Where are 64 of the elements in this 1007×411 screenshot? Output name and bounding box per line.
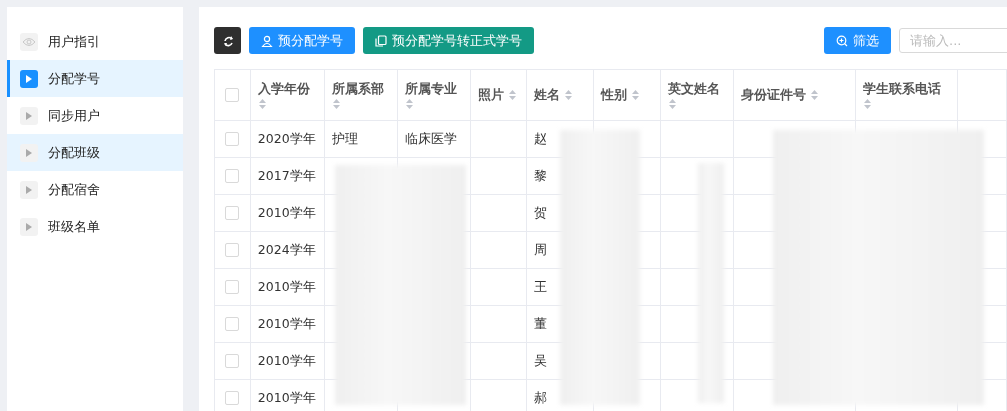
table-cell: 赵 xyxy=(533,130,547,146)
table-cell: 郝 xyxy=(533,389,547,405)
column-header[interactable]: 所属专业 xyxy=(397,69,471,121)
sort-icon[interactable] xyxy=(862,97,872,110)
table-cell: 2017学年 xyxy=(257,167,316,183)
table-cell: 护理 xyxy=(332,130,359,146)
row-checkbox[interactable] xyxy=(225,206,240,220)
table-cell: 临床医学 xyxy=(405,130,458,146)
table-cell: 董 xyxy=(533,315,547,331)
column-header[interactable]: 照片 xyxy=(470,69,527,121)
row-checkbox[interactable] xyxy=(225,280,240,294)
column-header[interactable]: 学生联系电话 xyxy=(855,69,958,121)
sidebar-item[interactable]: 分配学号 xyxy=(7,60,183,97)
play-icon xyxy=(20,180,38,199)
table-cell: 吴 xyxy=(533,352,547,368)
sort-icon[interactable] xyxy=(809,89,819,101)
eye-icon xyxy=(20,32,38,51)
row-checkbox[interactable] xyxy=(225,391,240,405)
table-cell: 2010学年 xyxy=(257,278,316,294)
row-checkbox[interactable] xyxy=(225,317,240,331)
play-icon xyxy=(20,69,38,88)
sort-icon[interactable] xyxy=(667,97,677,110)
table-cell: 2010学年 xyxy=(257,389,316,405)
column-header[interactable]: 身份证件号 xyxy=(733,69,856,121)
sort-icon[interactable] xyxy=(405,97,415,110)
refresh-icon xyxy=(221,34,234,47)
refresh-button[interactable] xyxy=(214,27,241,54)
row-checkbox[interactable] xyxy=(225,243,240,257)
sort-icon[interactable] xyxy=(508,89,518,101)
sort-icon[interactable] xyxy=(332,97,342,110)
play-icon xyxy=(20,143,38,162)
column-header[interactable]: 姓名 xyxy=(526,69,594,121)
play-icon xyxy=(20,106,38,125)
table-cell: 2010学年 xyxy=(257,315,316,331)
zoom-in-icon xyxy=(836,34,848,47)
row-checkbox[interactable] xyxy=(225,354,240,368)
column-header[interactable]: 性别 xyxy=(593,69,661,121)
table-cell: 黎 xyxy=(533,167,547,183)
sort-icon[interactable] xyxy=(257,97,267,110)
table-cell: 王 xyxy=(533,278,547,294)
table-cell: 周 xyxy=(533,241,547,257)
table-cell: 2020学年 xyxy=(257,130,316,146)
sort-icon[interactable] xyxy=(630,89,640,101)
column-header[interactable]: 所属系部 xyxy=(324,69,398,121)
table-cell: 2010学年 xyxy=(257,204,316,220)
column-header[interactable]: 入学年份 xyxy=(250,69,325,121)
row-checkbox[interactable] xyxy=(225,132,240,146)
table-cell: 2010学年 xyxy=(257,352,316,368)
sort-icon[interactable] xyxy=(563,89,573,101)
user-icon xyxy=(261,34,273,47)
sidebar-item[interactable]: 分配宿舍 xyxy=(7,171,183,208)
column-header[interactable]: 英文姓名 xyxy=(660,69,734,121)
copy-icon xyxy=(375,34,387,47)
sidebar-item[interactable]: 班级名单 xyxy=(7,208,183,245)
table-cell: 贺 xyxy=(533,204,547,220)
table-cell: 2024学年 xyxy=(257,241,316,257)
row-checkbox[interactable] xyxy=(225,169,240,183)
select-all-checkbox[interactable] xyxy=(225,88,240,102)
sidebar-item[interactable]: 分配班级 xyxy=(7,134,183,171)
sidebar-item[interactable]: 用户指引 xyxy=(7,23,183,60)
play-icon xyxy=(20,217,38,236)
search-field[interactable]: 请输入... xyxy=(899,28,1007,53)
convert-button[interactable]: 预分配学号转正式学号 xyxy=(363,27,534,54)
sidebar-item[interactable]: 同步用户 xyxy=(7,97,183,134)
